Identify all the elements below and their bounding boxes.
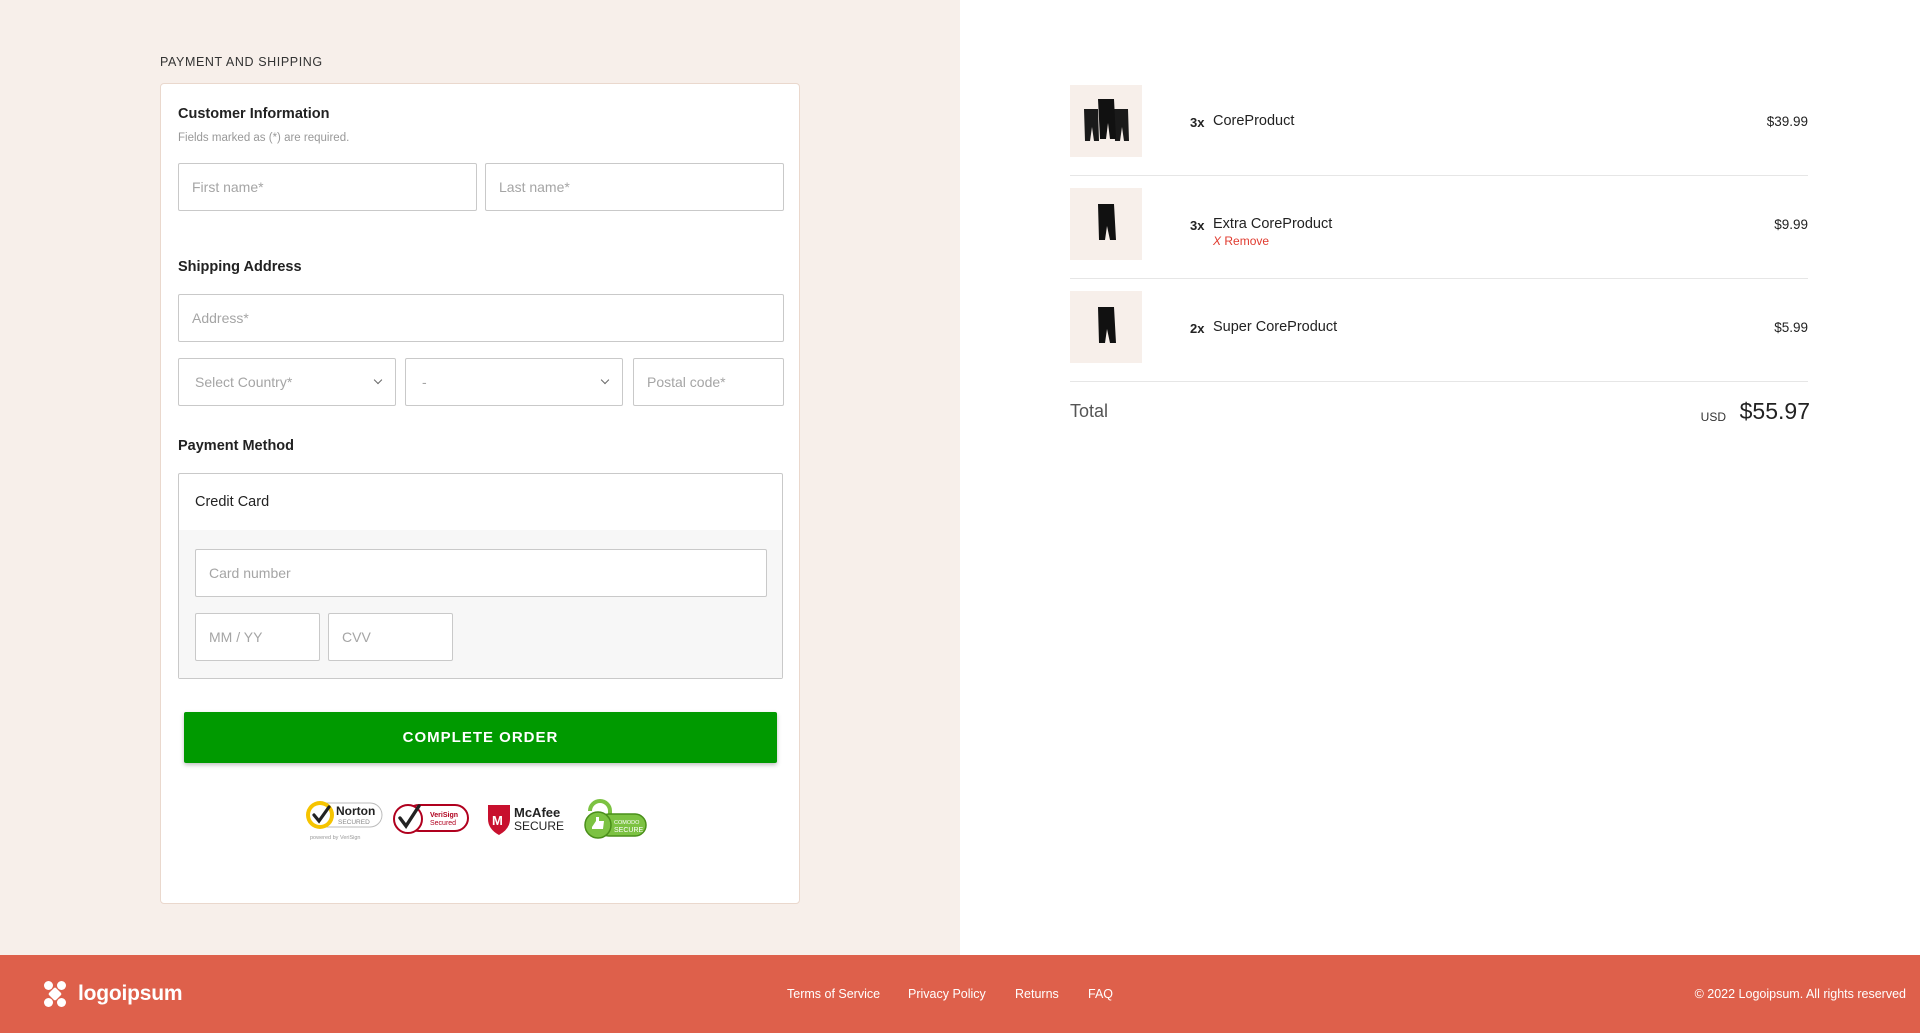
svg-text:M: M (492, 813, 503, 828)
customer-info-title: Customer Information (178, 106, 330, 122)
norton-title: Norton (336, 804, 375, 818)
shapewear-icon (1098, 204, 1116, 240)
country-select-value: Select Country* (195, 374, 293, 390)
cvv-field[interactable] (328, 613, 453, 661)
total-label: Total (1070, 401, 1109, 421)
card-number-field[interactable] (195, 549, 767, 597)
credit-card-fields (179, 530, 782, 678)
section-heading: PAYMENT AND SHIPPING (160, 55, 323, 69)
item-quantity: 2x (1190, 321, 1205, 336)
expiry-input[interactable] (196, 614, 319, 660)
postal-code-input[interactable] (634, 359, 783, 405)
card-number-input[interactable] (196, 550, 766, 596)
address-field[interactable] (178, 294, 784, 342)
mcafee-title: McAfee (514, 805, 560, 820)
item-quantity: 3x (1190, 115, 1205, 130)
first-name-field[interactable] (178, 163, 477, 211)
chevron-down-icon (373, 377, 383, 387)
remove-x-icon: X (1213, 234, 1222, 248)
remove-item-link[interactable]: X Remove (1213, 234, 1269, 248)
verisign-line2: Secured (430, 820, 456, 827)
cvv-input[interactable] (329, 614, 452, 660)
postal-code-field[interactable] (633, 358, 784, 406)
order-item: 3x CoreProduct $39.99 (1070, 73, 1808, 176)
last-name-field[interactable] (485, 163, 784, 211)
product-thumbnail (1070, 291, 1142, 363)
complete-order-button[interactable]: COMPLETE ORDER (184, 712, 777, 763)
order-item: 2x Super CoreProduct $5.99 (1070, 279, 1808, 382)
country-select[interactable]: Select Country* (178, 358, 396, 406)
item-name: CoreProduct (1213, 113, 1295, 129)
first-name-input[interactable] (179, 164, 476, 210)
credit-card-label[interactable]: Credit Card (195, 494, 269, 510)
chevron-down-icon (600, 377, 610, 387)
comodo-badge-icon: COMODO SECURE (584, 799, 647, 839)
faq-link[interactable]: FAQ (1088, 987, 1113, 1001)
norton-badge-icon: Norton SECURED powered by VeriSign (306, 801, 383, 841)
checkout-pane: PAYMENT AND SHIPPING Customer Informatio… (0, 0, 960, 955)
remove-label: Remove (1224, 234, 1270, 248)
checkout-form: Customer Information Fields marked as (*… (160, 83, 800, 904)
region-select[interactable]: - (405, 358, 623, 406)
copyright: © 2022 Logoipsum. All rights reserved (1694, 987, 1906, 1001)
norton-powered: powered by VeriSign (310, 835, 360, 841)
terms-link[interactable]: Terms of Service (787, 987, 880, 1001)
payment-title: Payment Method (178, 438, 295, 454)
returns-link[interactable]: Returns (1015, 987, 1059, 1001)
mcafee-sub: SECURE (514, 819, 564, 833)
item-price: $5.99 (1774, 320, 1808, 335)
logo-icon (44, 981, 66, 1007)
order-summary: 3x CoreProduct $39.99 3x Extra CoreProdu… (960, 0, 1920, 955)
verisign-badge-icon: VeriSign Secured (393, 804, 469, 834)
comodo-line1: COMODO (614, 820, 640, 826)
product-thumbnail (1070, 188, 1142, 260)
required-hint: Fields marked as (*) are required. (178, 132, 350, 144)
region-select-value: - (422, 374, 427, 390)
privacy-link[interactable]: Privacy Policy (908, 987, 986, 1001)
expiry-field[interactable] (195, 613, 320, 661)
payment-method-box: Credit Card (178, 473, 783, 679)
shapewear-set-icon (1084, 99, 1129, 141)
total-currency: USD (1700, 410, 1726, 424)
footer: logoipsum Terms of Service Privacy Polic… (0, 955, 1920, 1033)
item-price: $39.99 (1766, 114, 1808, 129)
product-thumbnail (1070, 85, 1142, 157)
norton-sub: SECURED (338, 819, 370, 826)
verisign-line1: VeriSign (430, 812, 458, 819)
shapewear-icon (1098, 307, 1116, 343)
address-input[interactable] (179, 295, 783, 341)
mcafee-badge-icon: M McAfee SECURE (488, 805, 564, 835)
item-name: Super CoreProduct (1213, 319, 1338, 335)
comodo-line2: SECURE (614, 827, 644, 834)
logo-text: logoipsum (78, 982, 183, 1005)
item-price: $9.99 (1774, 217, 1808, 232)
item-quantity: 3x (1190, 218, 1205, 233)
logo[interactable]: logoipsum (40, 979, 183, 1009)
shipping-title: Shipping Address (178, 259, 302, 275)
last-name-input[interactable] (486, 164, 783, 210)
item-name: Extra CoreProduct (1213, 216, 1333, 232)
total-amount: $55.97 (1739, 398, 1810, 424)
security-badges: Norton SECURED powered by VeriSign VeriS… (304, 797, 649, 845)
order-item: 3x Extra CoreProduct X Remove $9.99 (1070, 176, 1808, 279)
